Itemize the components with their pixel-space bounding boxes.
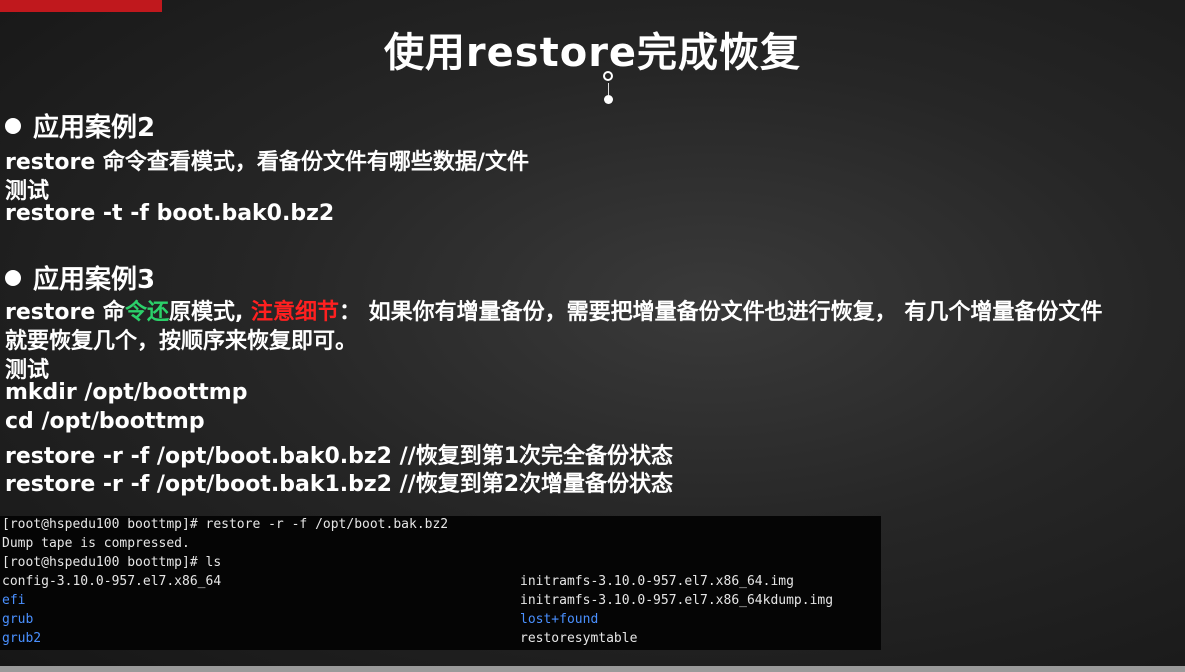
terminal-window[interactable]: [root@hspedu100 boottmp]# restore -r -f … [0,516,881,650]
bullet-icon [5,270,21,286]
corner-tab [0,0,162,12]
listing-item-dir: lost+found [520,612,599,627]
bottom-scrollbar[interactable] [0,666,1185,672]
case2-heading-text: 应用案例2 [33,113,156,143]
case3-command-2: cd /opt/boottmp [5,409,205,434]
slide-title: 使用restore完成恢复 [383,30,802,76]
terminal-line: [root@hspedu100 boottmp]# restore -r -f … [2,517,449,532]
case3-description: restore 命令还原模式, 注意细节： 如果你有增量备份，需要把增量备份文件… [5,294,1102,326]
case3-command-1: mkdir /opt/boottmp [5,380,248,405]
listing-item-file: initramfs-3.10.0-957.el7.x86_64kdump.img [520,593,834,608]
case2-description: restore 命令查看模式，看备份文件有哪些数据/文件 [5,150,529,175]
pointer-dot-icon [604,95,613,104]
listing-item-file: restoresymtable [520,631,638,646]
bullet-icon [5,118,21,134]
terminal-line: [root@hspedu100 boottmp]# ls [2,555,222,570]
listing-item-dir: grub [2,612,34,627]
case2-command: restore -t -f boot.bak0.bz2 [5,201,335,226]
case3-desc-highlight: 令还 [124,300,169,325]
case2-heading: 应用案例2 [5,107,155,144]
case3-desc-prefix: restore 命 [5,300,125,325]
case3-description-line2: 就要恢复几个，按顺序来恢复即可。 [5,329,358,354]
listing-item-file: initramfs-3.10.0-957.el7.x86_64.img [520,574,794,589]
listing-item-dir: efi [2,593,26,608]
case3-command-4: restore -r -f /opt/boot.bak1.bz2 //恢复到第2… [5,472,674,497]
case3-desc-mid: 原模式, [168,300,251,325]
pointer-stem [608,83,609,95]
pointer-ring-icon [603,71,613,81]
listing-item-file: config-3.10.0-957.el7.x86_64 [2,574,222,589]
case3-desc-rest: ： 如果你有增量备份，需要把增量备份文件也进行恢复， 有几个增量备份文件 [339,300,1103,325]
case3-heading-text: 应用案例3 [33,265,156,295]
listing-item-dir: grub2 [2,631,42,646]
terminal-line: Dump tape is compressed. [2,536,190,551]
case3-heading: 应用案例3 [5,259,155,296]
case3-warning: 注意细节 [250,300,339,325]
